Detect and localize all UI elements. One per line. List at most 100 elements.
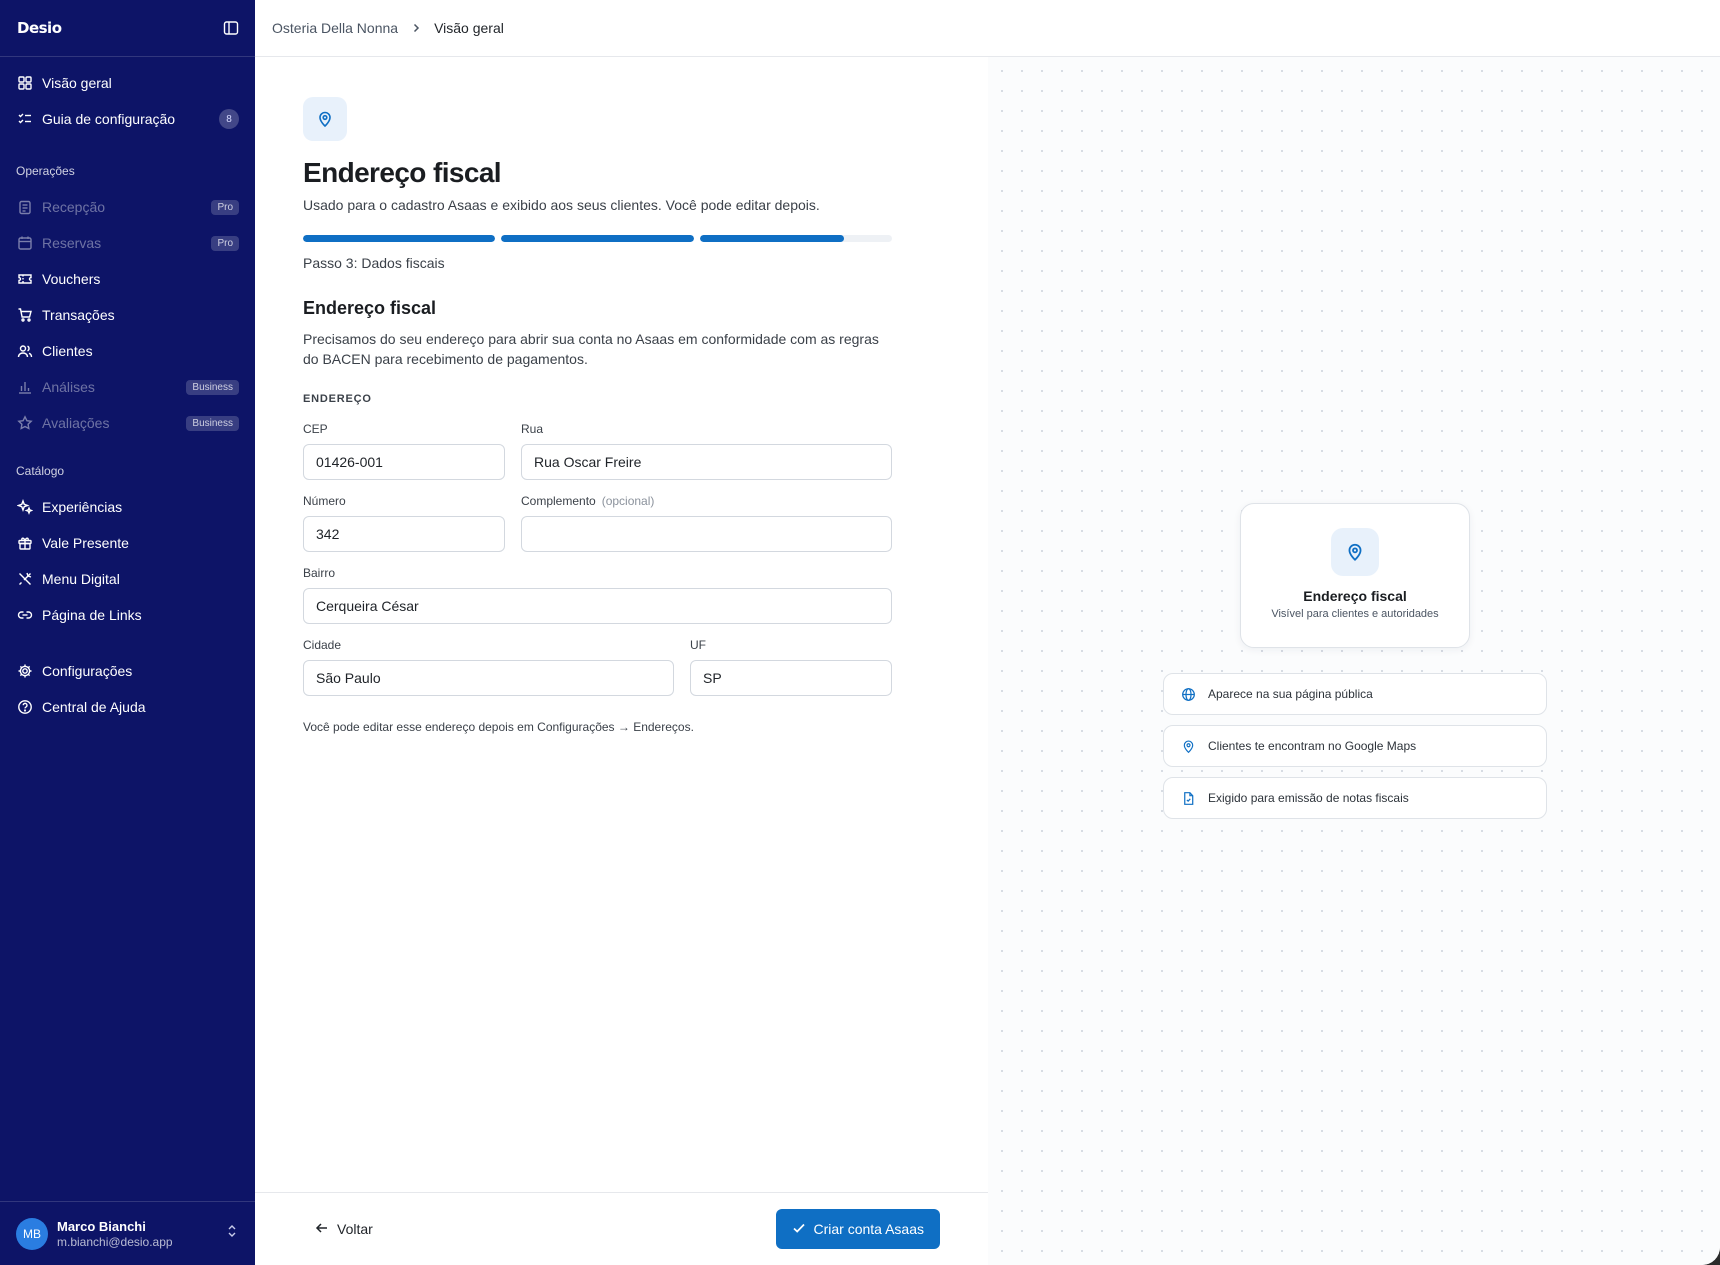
numero-input[interactable] [303,516,505,552]
sidebar-toggle-icon[interactable] [221,18,241,38]
bairro-input[interactable] [303,588,892,624]
main-content: Osteria Della Nonna Visão geral Endereço… [255,0,1720,1265]
sidebar-item-label: Clientes [42,343,93,359]
sidebar-header: Desio [0,0,255,57]
user-name: Marco Bianchi [57,1218,146,1234]
sidebar-item-visao-geral[interactable]: Visão geral [0,65,255,101]
benefits-list: Aparece na sua página pública Clientes t… [1163,673,1547,829]
sidebar-item-analises[interactable]: Análises Business [0,369,255,405]
progress-segment [699,235,892,242]
star-icon [16,414,34,432]
sidebar-item-label: Menu Digital [42,571,120,587]
numero-label: Número [303,494,346,508]
plan-tag: Business [186,379,239,395]
plan-tag: Pro [211,235,239,251]
sidebar-item-experiencias[interactable]: Experiências [0,489,255,525]
cidade-field-group: Cidade [303,638,674,696]
sidebar-item-avaliacoes[interactable]: Avaliações Business [0,405,255,441]
uf-field-group: UF [690,638,892,696]
chevron-up-down-icon[interactable] [225,1224,239,1243]
progress-steps [303,235,892,242]
sidebar-item-vale-presente[interactable]: Vale Presente [0,525,255,561]
sidebar-item-label: Reservas [42,235,102,251]
gear-icon [16,662,34,680]
numero-field-group: Número [303,494,505,552]
step-label: Passo 3: Dados fiscais [303,255,445,271]
map-pin-icon [303,97,347,141]
breadcrumb: Osteria Della Nonna Visão geral [255,0,1720,57]
form-footer: Voltar Criar conta Asaas [255,1192,988,1265]
edit-later-note: Você pode editar esse endereço depois em… [303,720,694,734]
sidebar-item-guia[interactable]: Guia de configuração 8 [0,101,255,137]
cidade-label: Cidade [303,638,342,652]
sidebar-item-recepcao[interactable]: Recepção Pro [0,189,255,225]
breadcrumb-parent[interactable]: Osteria Della Nonna [272,20,398,36]
check-icon [792,1221,806,1238]
bairro-label: Bairro [303,566,336,580]
user-menu[interactable]: MB Marco Bianchi m.bianchi@desio.app [0,1201,255,1265]
uf-input[interactable] [690,660,892,696]
sidebar: Desio Visão geral Guia de configuração 8… [0,0,255,1265]
submit-button-label: Criar conta Asaas [813,1221,925,1237]
benefit-text: Aparece na sua página pública [1208,687,1373,701]
cep-input[interactable] [303,444,505,480]
back-button[interactable]: Voltar [315,1221,373,1238]
benefit-item: Exigido para emissão de notas fiscais [1163,777,1547,819]
users-icon [16,342,34,360]
uf-label: UF [690,638,706,652]
sidebar-item-transacoes[interactable]: Transações [0,297,255,333]
section-title: Endereço fiscal [303,298,437,318]
progress-segment [501,235,694,242]
clipboard-icon [16,198,34,216]
sidebar-item-label: Transações [42,307,115,323]
bar-chart-icon [16,378,34,396]
progress-segment [303,235,496,242]
preview-card: Endereço fiscal Visível para clientes e … [1240,503,1470,648]
gift-icon [16,534,34,552]
cidade-input[interactable] [303,660,674,696]
complemento-label-text: Complemento [521,494,596,508]
sidebar-item-vouchers[interactable]: Vouchers [0,261,255,297]
complemento-field-group: Complemento (opcional) [521,494,892,552]
app-window: Desio Visão geral Guia de configuração 8… [0,0,1720,1265]
sidebar-item-clientes[interactable]: Clientes [0,333,255,369]
sidebar-item-label: Vouchers [42,271,101,287]
rua-field-group: Rua [521,422,892,480]
rua-input[interactable] [521,444,892,480]
sidebar-item-label: Configurações [42,663,133,679]
plan-tag: Pro [211,199,239,215]
preview-card-title: Endereço fiscal [1303,588,1407,604]
section-label-catalogo: Catálogo [16,464,65,478]
benefit-text: Exigido para emissão de notas fiscais [1208,791,1409,805]
map-pin-icon [1331,528,1379,576]
rua-label: Rua [521,422,544,436]
sidebar-item-configuracoes[interactable]: Configurações [0,653,255,689]
arrow-left-icon [315,1221,329,1238]
sidebar-item-reservas[interactable]: Reservas Pro [0,225,255,261]
benefit-text: Clientes te encontram no Google Maps [1208,739,1417,753]
calendar-icon [16,234,34,252]
user-email: m.bianchi@desio.app [57,1234,173,1249]
chevron-right-icon [410,22,422,34]
preview-card-subtitle: Visível para clientes e autoridades [1271,608,1439,620]
sidebar-item-pagina-links[interactable]: Página de Links [0,597,255,633]
app-logo[interactable]: Desio [17,19,62,37]
sidebar-item-label: Avaliações [42,415,110,431]
bairro-field-group: Bairro [303,566,892,624]
setup-count-badge: 8 [219,109,239,129]
utensils-icon [16,570,34,588]
preview-pane: Endereço fiscal Visível para clientes e … [988,57,1720,1265]
create-asaas-account-button[interactable]: Criar conta Asaas [775,1209,940,1249]
sidebar-item-central-ajuda[interactable]: Central de Ajuda [0,689,255,725]
breadcrumb-current: Visão geral [434,20,504,36]
sidebar-item-label: Análises [42,379,95,395]
grid-icon [16,74,34,92]
sidebar-item-label: Guia de configuração [42,111,176,127]
ticket-icon [16,270,34,288]
sidebar-item-menu-digital[interactable]: Menu Digital [0,561,255,597]
sidebar-item-label: Recepção [42,199,106,215]
complemento-input[interactable] [521,516,892,552]
benefit-item: Clientes te encontram no Google Maps [1163,725,1547,767]
plan-tag: Business [186,415,239,431]
sidebar-item-label: Central de Ajuda [42,699,146,715]
